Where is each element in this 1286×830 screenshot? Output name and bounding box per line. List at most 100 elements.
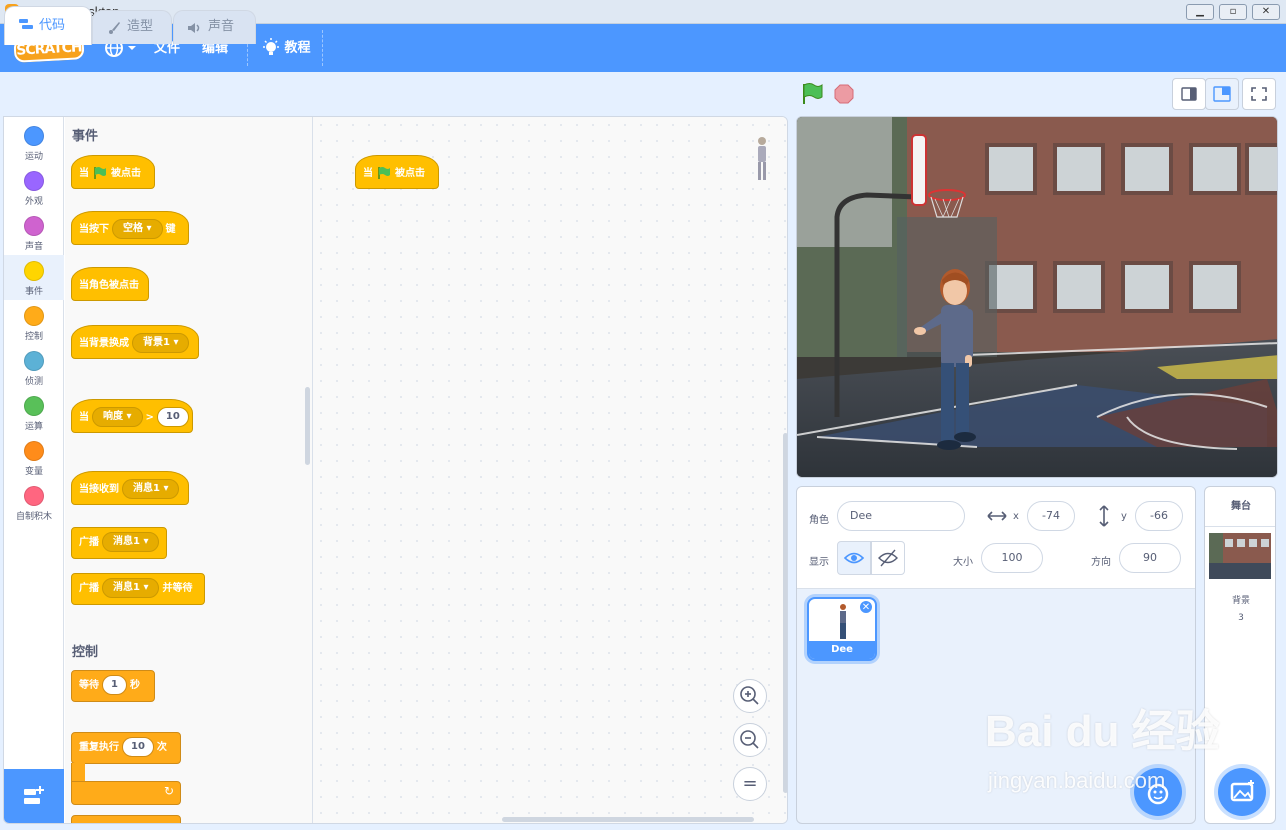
- eye-icon: [843, 552, 865, 564]
- choose-backdrop-button[interactable]: [1218, 768, 1266, 816]
- block-broadcast-and-wait[interactable]: 广播 消息1 ▾ 并等待: [71, 573, 205, 605]
- script-block-when-flag-clicked[interactable]: 当 被点击: [355, 155, 439, 189]
- sensor-value: 响度: [103, 411, 123, 422]
- sprite-name-label: 角色: [809, 515, 829, 526]
- speaker-icon: [188, 23, 200, 33]
- category-label: 运算: [24, 422, 43, 432]
- category-dot: [24, 216, 44, 236]
- add-extension-button[interactable]: [4, 769, 64, 823]
- category-label: 运动: [24, 152, 43, 162]
- hide-sprite-button[interactable]: [871, 541, 905, 575]
- delete-sprite-icon[interactable]: ✕: [859, 600, 873, 614]
- normal-stage-button[interactable]: [1205, 78, 1239, 110]
- close-button[interactable]: ✕: [1252, 4, 1280, 20]
- block-text: 当: [79, 412, 89, 423]
- direction-input[interactable]: 90: [1119, 543, 1181, 573]
- zoom-reset-button[interactable]: =: [733, 767, 767, 801]
- block-broadcast[interactable]: 广播 消息1 ▾: [71, 527, 167, 559]
- block-when-backdrop-switches[interactable]: 当背景换成 背景1 ▾: [71, 325, 199, 359]
- sensor-dropdown[interactable]: 响度 ▾: [92, 407, 143, 427]
- x-label: x: [1013, 511, 1019, 522]
- wait-seconds-input[interactable]: 1: [102, 675, 127, 695]
- block-palette: 事件 当 被点击 当按下 空格 ▾ 键 当角色被点击 当背景换成 背景1 ▾ 当响度 ▾…: [65, 117, 313, 823]
- block-text: 广播: [79, 583, 99, 594]
- category-variables[interactable]: 变量: [4, 435, 64, 480]
- loudness-input[interactable]: 10: [156, 407, 189, 427]
- sprite-info-row: 角色 Dee x -74 y -66 显示 大小 100 方向 90: [797, 487, 1195, 589]
- category-dot: [24, 396, 44, 416]
- script-vertical-scrollbar[interactable]: [783, 433, 787, 793]
- backdrops-count: 3: [1238, 613, 1244, 623]
- script-horizontal-scrollbar[interactable]: [502, 817, 754, 822]
- horizontal-arrows-icon: [987, 511, 1007, 521]
- block-when-loudness[interactable]: 当响度 ▾ >10: [71, 399, 193, 433]
- block-when-flag-clicked[interactable]: 当 被点击: [71, 155, 155, 189]
- block-text: 被点击: [395, 168, 425, 179]
- size-label: 大小: [953, 557, 973, 568]
- category-events[interactable]: 事件: [4, 255, 64, 300]
- category-looks[interactable]: 外观: [4, 165, 64, 210]
- normal-stage-icon: [1213, 86, 1231, 102]
- category-label: 声音: [24, 242, 43, 252]
- minimize-button[interactable]: ▁: [1186, 4, 1214, 20]
- dee-thumbnail-image: [840, 604, 846, 639]
- tab-costumes-label: 造型: [127, 19, 154, 34]
- baidu-watermark-url: jingyan.baidu.com: [988, 768, 1166, 793]
- backdrop-thumbnail[interactable]: [1209, 533, 1271, 579]
- block-text: 等待: [79, 680, 99, 691]
- category-motion[interactable]: 运动: [4, 120, 64, 165]
- vertical-arrows-icon: [1099, 505, 1109, 527]
- block-forever[interactable]: [71, 815, 181, 823]
- zoom-in-button[interactable]: [733, 679, 767, 713]
- category-sensing[interactable]: 侦测: [4, 345, 64, 390]
- y-input[interactable]: -66: [1135, 501, 1183, 531]
- message-dropdown[interactable]: 消息1 ▾: [122, 479, 180, 499]
- category-sound[interactable]: 声音: [4, 210, 64, 255]
- message-dropdown[interactable]: 消息1 ▾: [102, 578, 160, 598]
- script-area[interactable]: 当 被点击 =: [313, 117, 787, 823]
- palette-scrollbar[interactable]: [305, 387, 310, 465]
- key-dropdown[interactable]: 空格 ▾: [112, 219, 163, 239]
- sprite-name-input[interactable]: Dee: [837, 501, 965, 531]
- small-stage-button[interactable]: [1172, 78, 1206, 110]
- block-when-sprite-clicked[interactable]: 当角色被点击: [71, 267, 149, 301]
- tutorials-menu[interactable]: 教程: [262, 38, 311, 56]
- stage-canvas[interactable]: [796, 116, 1278, 478]
- green-flag-icon: [94, 167, 106, 179]
- y-label: y: [1121, 511, 1127, 522]
- block-text: 重复执行: [79, 742, 119, 753]
- fullscreen-button[interactable]: [1242, 78, 1276, 110]
- maximize-button[interactable]: ▫: [1219, 4, 1247, 20]
- repeat-block-foot: ↻: [71, 781, 181, 805]
- small-stage-icon: [1181, 87, 1197, 101]
- tab-code[interactable]: 代码: [4, 6, 92, 45]
- message-dropdown[interactable]: 消息1 ▾: [102, 532, 160, 552]
- show-sprite-button[interactable]: [837, 541, 871, 575]
- block-when-i-receive[interactable]: 当接收到 消息1 ▾: [71, 471, 189, 505]
- block-repeat[interactable]: 重复执行 10 次: [71, 732, 181, 764]
- category-operators[interactable]: 运算: [4, 390, 64, 435]
- block-when-key-pressed[interactable]: 当按下 空格 ▾ 键: [71, 211, 189, 245]
- stop-button[interactable]: [834, 84, 854, 104]
- lightbulb-icon: [263, 38, 279, 55]
- category-dot: [24, 126, 44, 146]
- repeat-count-input[interactable]: 10: [122, 737, 154, 757]
- category-control[interactable]: 控制: [4, 300, 64, 345]
- x-input[interactable]: -74: [1027, 501, 1075, 531]
- tab-costumes[interactable]: 造型: [92, 10, 172, 44]
- basketball-court-backdrop: [797, 117, 1277, 477]
- loop-arrow-icon: ↻: [163, 784, 174, 798]
- baidu-watermark: Bai du 经验: [985, 707, 1220, 756]
- block-text: 次: [156, 742, 167, 753]
- tab-code-label: 代码: [39, 18, 66, 33]
- category-dot: [24, 351, 44, 371]
- code-icon: [19, 19, 33, 29]
- green-flag-run-button[interactable]: [800, 82, 824, 106]
- zoom-out-button[interactable]: [733, 723, 767, 757]
- backdrop-dropdown[interactable]: 背景1 ▾: [132, 333, 190, 353]
- size-input[interactable]: 100: [981, 543, 1043, 573]
- tab-sounds[interactable]: 声音: [173, 10, 256, 44]
- green-flag-icon: [378, 167, 390, 179]
- block-wait[interactable]: 等待 1 秒: [71, 670, 155, 702]
- category-my-blocks[interactable]: 自制积木: [4, 480, 64, 525]
